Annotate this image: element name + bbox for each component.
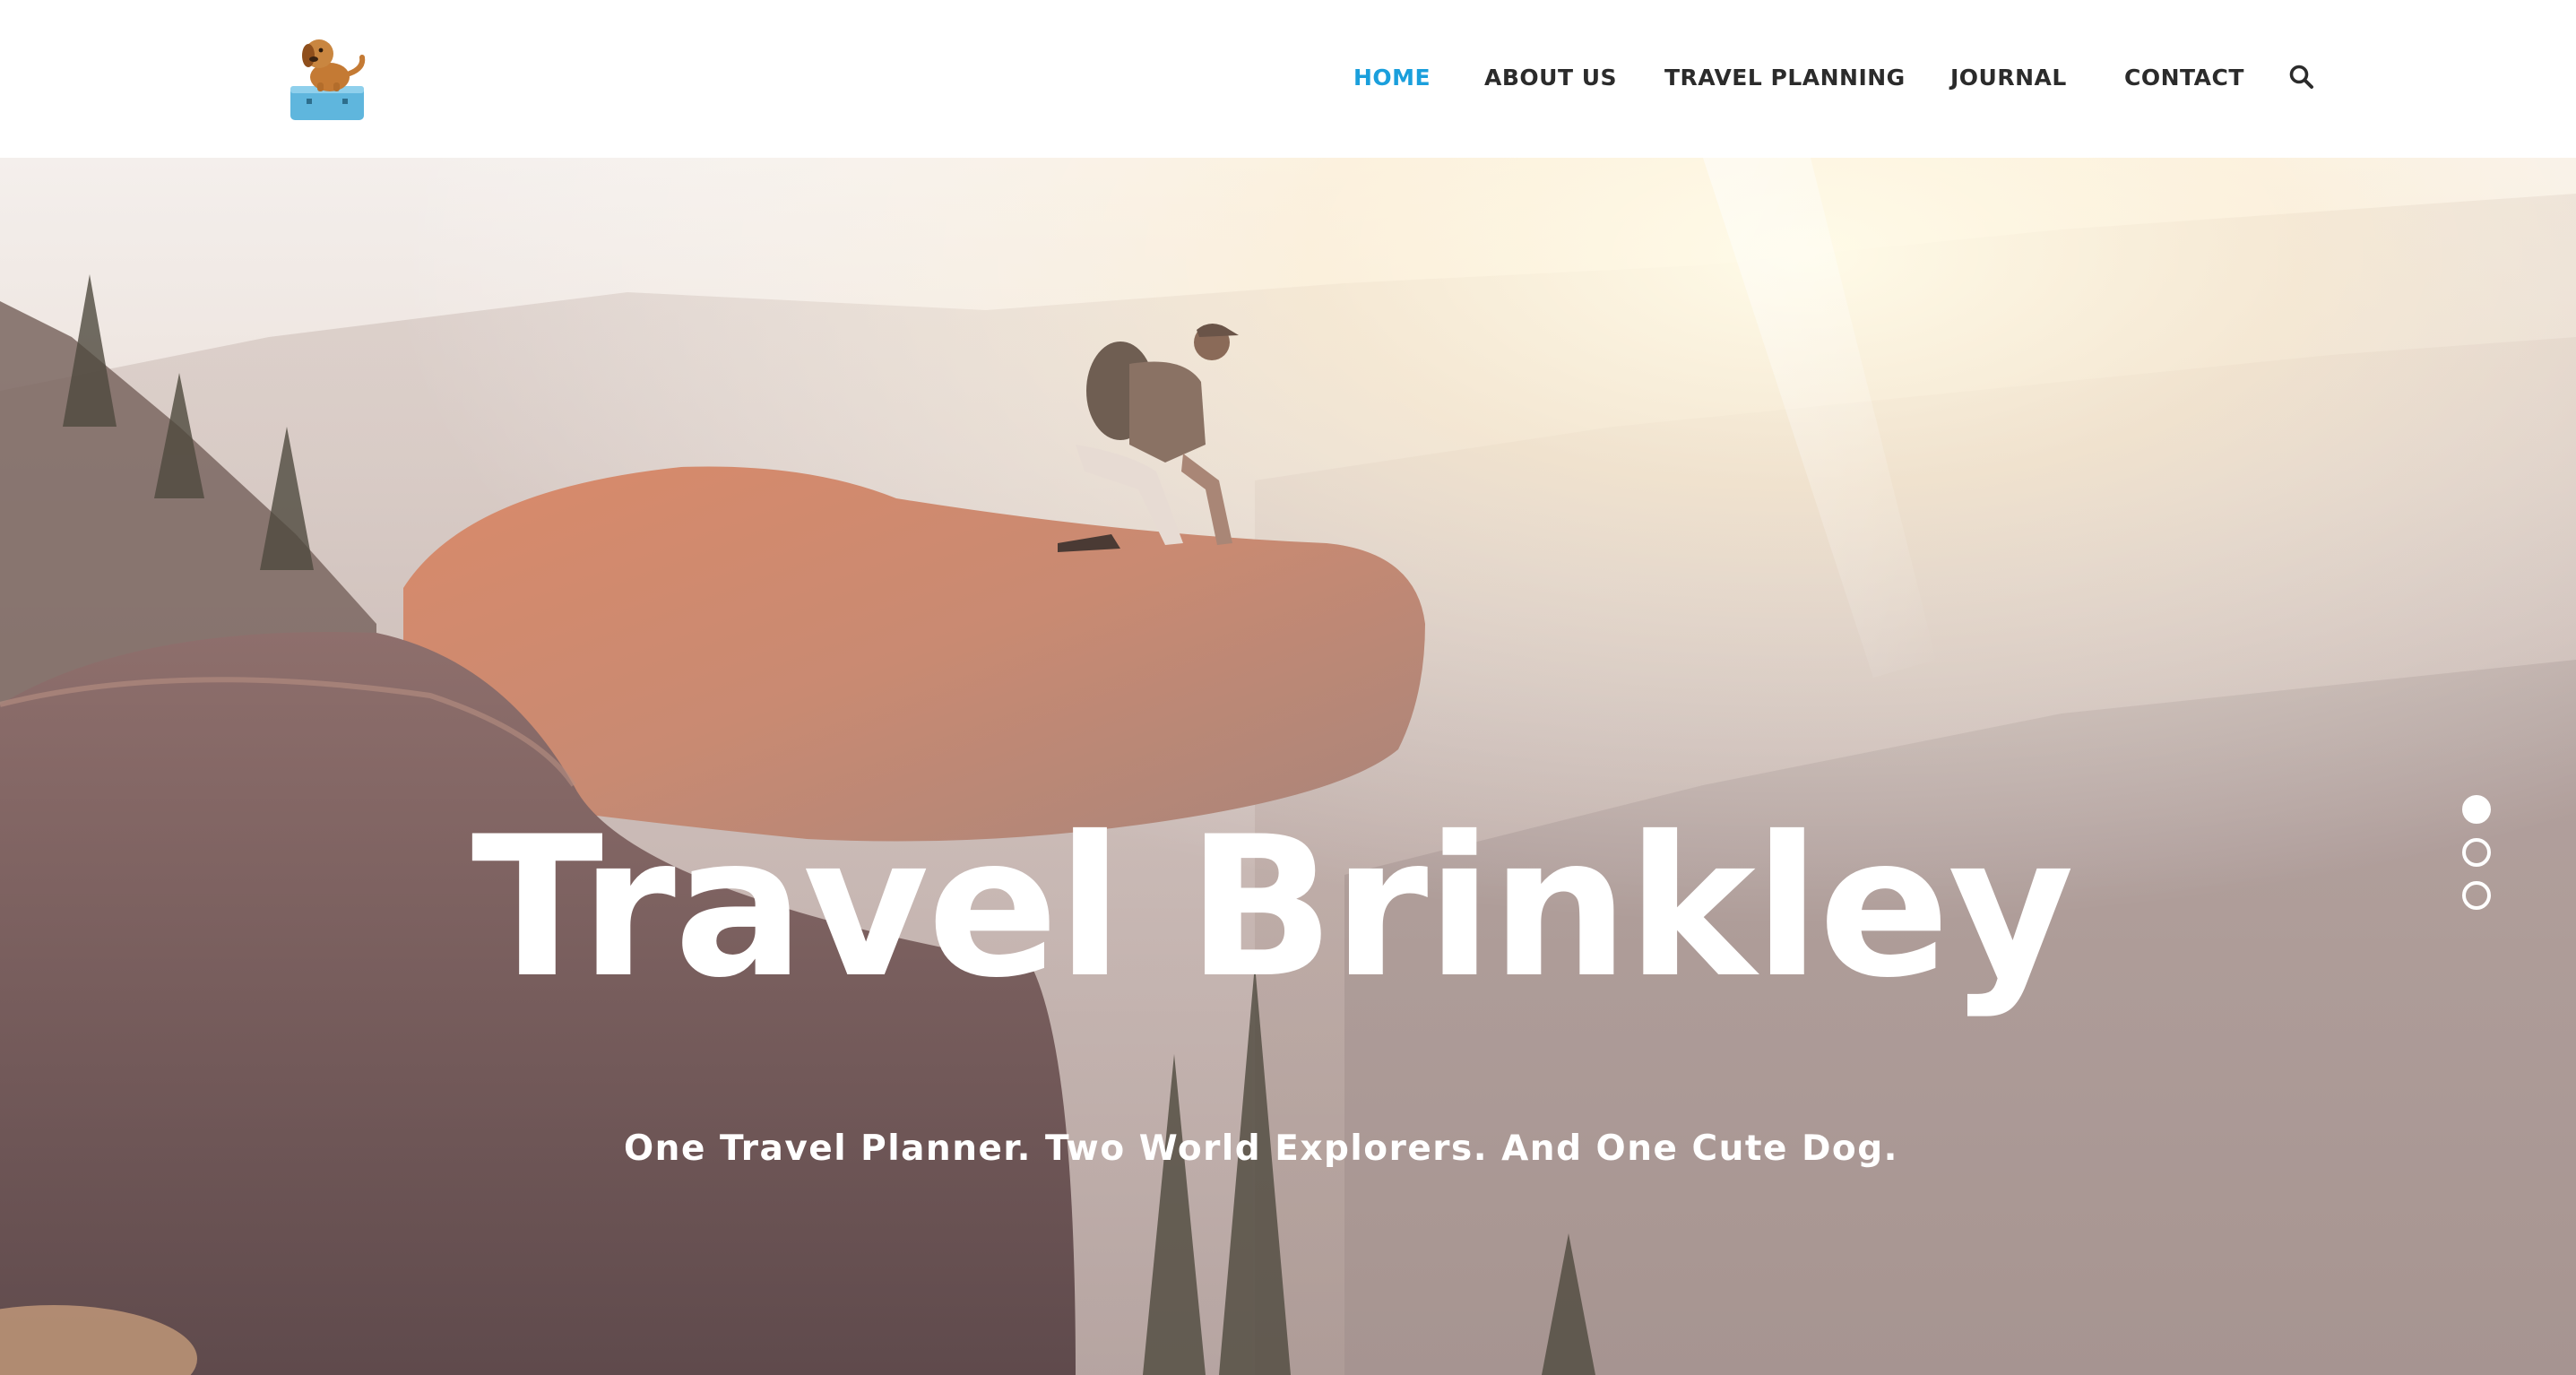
- nav-item-about-us[interactable]: ABOUT US: [1484, 63, 1617, 93]
- nav-item-travel-planning[interactable]: TRAVEL PLANNING: [1664, 63, 1906, 93]
- nav-item-home[interactable]: HOME: [1353, 63, 1431, 93]
- hero-background-image: [0, 158, 2576, 1375]
- nav-item-journal[interactable]: JOURNAL: [1950, 63, 2067, 93]
- main-nav: HOME ABOUT US TRAVEL PLANNING JOURNAL CO…: [0, 0, 2576, 158]
- hero-title: Travel Brinkley: [471, 795, 2074, 1020]
- slider-dot-2[interactable]: [2462, 838, 2491, 867]
- slider-pagination: [2462, 795, 2493, 910]
- nav-item-contact[interactable]: CONTACT: [2124, 63, 2244, 93]
- search-icon[interactable]: [2287, 63, 2316, 91]
- hero-subtitle: One Travel Planner. Two World Explorers.…: [624, 1129, 1898, 1169]
- hero-slider: Travel Brinkley One Travel Planner. Two …: [0, 158, 2576, 1375]
- slider-dot-3[interactable]: [2462, 881, 2491, 910]
- slider-dot-1[interactable]: [2462, 795, 2491, 824]
- site-header: HOME ABOUT US TRAVEL PLANNING JOURNAL CO…: [0, 0, 2576, 158]
